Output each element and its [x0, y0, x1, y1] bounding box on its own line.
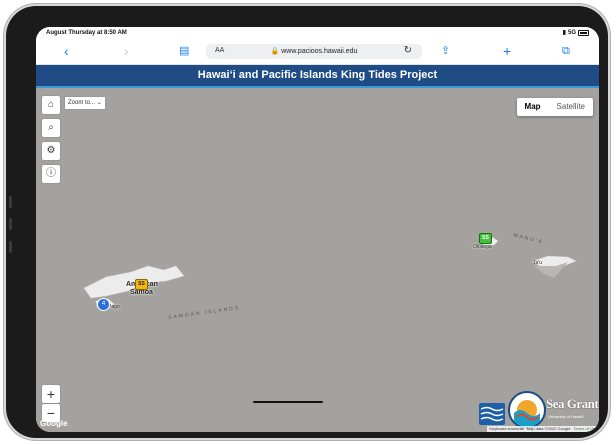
chevron-right-icon[interactable]: › — [124, 43, 129, 59]
island-shapes — [83, 236, 577, 310]
status-bar: August Thursday at 8:50 AM ▮ 5G — [36, 27, 599, 40]
map-type-satellite[interactable]: Satellite — [549, 98, 593, 116]
tabs-icon[interactable]: ⧉ — [562, 43, 570, 59]
king-tides-logo — [508, 391, 546, 429]
address-bar[interactable]: AA 🔒 www.pacioos.hawaii.edu ↻ — [206, 44, 422, 59]
seagrant-logo: Sea Grant University of Hawai'i — [544, 393, 599, 425]
hardware-button — [9, 218, 12, 230]
reload-icon[interactable]: ↻ — [404, 45, 412, 56]
browser-toolbar: ‹ › ▤ AA 🔒 www.pacioos.hawaii.edu ↻ ⇪ + … — [36, 40, 599, 65]
search-button[interactable]: ⌕ — [42, 119, 60, 137]
map-data-label: Map data ©2022 Google — [526, 426, 571, 431]
gear-icon: ⚙ — [46, 145, 56, 156]
status-indicators: ▮ 5G — [563, 29, 589, 36]
map-label-olosega: Olosega — [473, 244, 492, 250]
page-title: Hawaiʻi and Pacific Islands King Tides P… — [36, 65, 599, 86]
waves-icon — [480, 406, 504, 422]
map-marker-cluster[interactable]: 4 — [97, 298, 110, 311]
home-icon: ⌂ — [47, 99, 55, 110]
battery-icon — [578, 29, 589, 36]
info-icon: ⓘ — [46, 168, 56, 179]
zoom-to-label: Zoom to... — [68, 100, 96, 106]
google-logo: Google — [40, 419, 68, 428]
map-marker-green[interactable]: SS — [479, 233, 492, 244]
map-label-samoa: Samoa — [130, 289, 153, 296]
map-type-map[interactable]: Map — [517, 98, 549, 116]
share-icon[interactable]: ⇪ — [441, 43, 450, 59]
info-button[interactable]: ⓘ — [42, 165, 60, 183]
seagrant-subtitle: University of Hawai'i — [548, 414, 584, 419]
settings-button[interactable]: ⚙ — [42, 142, 60, 160]
pacioos-logo — [479, 403, 505, 425]
url-value: www.pacioos.hawaii.edu — [281, 48, 358, 55]
chevron-left-icon[interactable]: ‹ — [64, 43, 69, 59]
hardware-button — [9, 196, 12, 208]
keyboard-shortcuts-link[interactable]: Keyboard shortcuts — [489, 426, 523, 432]
zoom-in-button[interactable]: + — [42, 385, 60, 403]
seagrant-name: Sea Grant — [546, 396, 599, 411]
ipad-frame: August Thursday at 8:50 AM ▮ 5G ‹ › ▤ AA… — [6, 6, 608, 438]
zoom-to-select[interactable]: Zoom to... ⌄ — [64, 96, 106, 110]
signal-icon: ▮ — [562, 30, 566, 36]
map-type-toggle: Map Satellite — [516, 98, 593, 116]
home-button[interactable]: ⌂ — [42, 96, 60, 114]
terms-link[interactable]: Terms of Use — [573, 426, 597, 432]
hardware-button — [9, 241, 12, 253]
plus-icon[interactable]: + — [503, 43, 511, 59]
lock-icon: 🔒 — [270, 48, 280, 55]
search-icon: ⌕ — [48, 122, 54, 133]
map-label-tau: Ta'u — [533, 260, 543, 266]
chevron-down-icon: ⌄ — [96, 100, 102, 106]
map-canvas[interactable]: ⌂ ⌕ ⚙ ⓘ Zoom to... ⌄ Map Satellite Ameri… — [36, 88, 599, 432]
map-marker-yellow[interactable]: SS — [135, 279, 148, 290]
map-attribution: Keyboard shortcuts Map data ©2022 Google… — [487, 426, 599, 432]
url-text: 🔒 www.pacioos.hawaii.edu — [206, 47, 422, 55]
screen: August Thursday at 8:50 AM ▮ 5G ‹ › ▤ AA… — [36, 27, 599, 432]
network-label: 5G — [567, 29, 576, 36]
status-time: August Thursday at 8:50 AM — [46, 30, 127, 36]
home-indicator[interactable] — [253, 401, 323, 403]
sun-wave-icon — [514, 400, 540, 427]
book-icon[interactable]: ▤ — [179, 43, 189, 59]
